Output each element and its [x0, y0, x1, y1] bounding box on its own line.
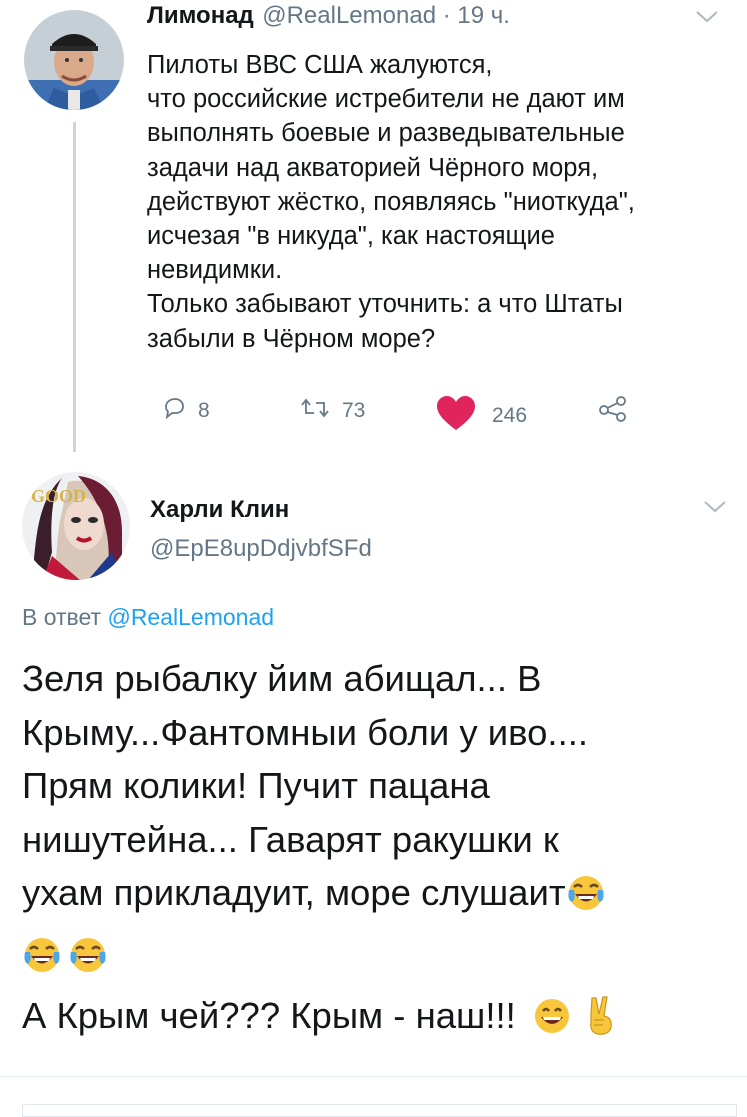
tweet-text-line: А Крым чей??? Крым - наш!!! [22, 995, 516, 1036]
tweet-text-line: ухам прикладуит, море слушаит [22, 872, 566, 913]
tweet-text-line: забыли в Чёрном море? [147, 324, 436, 353]
retweet-count: 73 [342, 399, 366, 422]
tweet-text-line: исчезая "в никуда", как настоящие [147, 222, 555, 251]
tweet-text: Зеля рыбалку йим абищал... В Крыму...Фан… [22, 652, 737, 1117]
like-count: 246 [492, 404, 528, 427]
share-button[interactable] [598, 396, 628, 428]
reply-to-link[interactable]: @RealLemonad [107, 604, 274, 630]
reply-button[interactable]: 8 [162, 396, 210, 426]
author-handle[interactable]: @EpE8upDdjvbfSFd [150, 535, 372, 563]
emoji-row [22, 1051, 737, 1105]
heart-icon [434, 393, 478, 439]
grinning-face-icon [532, 996, 572, 1051]
retweet-button[interactable]: 73 [300, 396, 365, 426]
tweet-text-line: Крыму...Фантомныи боли у иво.... [22, 711, 588, 753]
retweet-icon [300, 396, 330, 426]
tweet-text-line-with-emoji: ухам прикладуит, море слушаит [22, 866, 737, 928]
tweet-text-line-with-emoji: А Крым чей??? Крым - наш!!! [22, 989, 737, 1051]
tweet-text-line: задачи над акваторией Чёрного моря, [147, 153, 599, 182]
reply-icon [162, 396, 186, 426]
tweet-text-line: невидимки. [147, 256, 283, 285]
author-meta[interactable]: @RealLemonad · 19 ч. [262, 2, 510, 29]
face-with-tears-of-joy-icon [566, 873, 606, 928]
tweet-text-line: выполнять боевые и разведывательные [147, 119, 625, 148]
chevron-down-icon[interactable] [703, 500, 727, 519]
tweet-text-line: Прям колики! Пучит пацана [22, 765, 490, 806]
share-icon [598, 396, 628, 428]
tweet-text-line: нишутейна... Гаварят ракушки к [22, 818, 559, 860]
avatar[interactable]: GOOD [22, 472, 130, 580]
tweet-text: Пилоты ВВС США жалуются, что российские … [147, 48, 727, 356]
avatar[interactable] [24, 10, 124, 110]
reply-prefix: В ответ [22, 604, 102, 630]
emoji-row [22, 928, 737, 990]
author-name[interactable]: Лимонад [147, 2, 254, 29]
tweet-text-line: Только забывают уточнить: а что Штаты [147, 290, 623, 319]
tweet-text-line: действуют жёстко, появляясь "ниоткуда", [147, 187, 635, 216]
tweet-header: Лимонад @RealLemonad · 19 ч. [147, 2, 510, 30]
avatar-letter: GOOD [31, 486, 86, 506]
thread-line [73, 122, 76, 452]
like-button[interactable]: 246 [434, 393, 527, 439]
tweet-text-line: что российские истребители не дают им [147, 85, 625, 114]
tweet-text-line: Пилоты ВВС США жалуются, [147, 51, 493, 79]
reply-context: В ответ @RealLemonad [22, 604, 274, 631]
tweet-text-line: Зеля рыбалку йим абищал... В [22, 658, 542, 699]
face-with-tears-of-joy-icon [68, 935, 108, 990]
author-name[interactable]: Харли Клин [150, 496, 289, 524]
victory-hand-icon [586, 994, 616, 1051]
divider [0, 1076, 747, 1077]
reply-count: 8 [198, 399, 210, 422]
chevron-down-icon[interactable] [695, 10, 719, 29]
face-with-tears-of-joy-icon [22, 935, 62, 990]
